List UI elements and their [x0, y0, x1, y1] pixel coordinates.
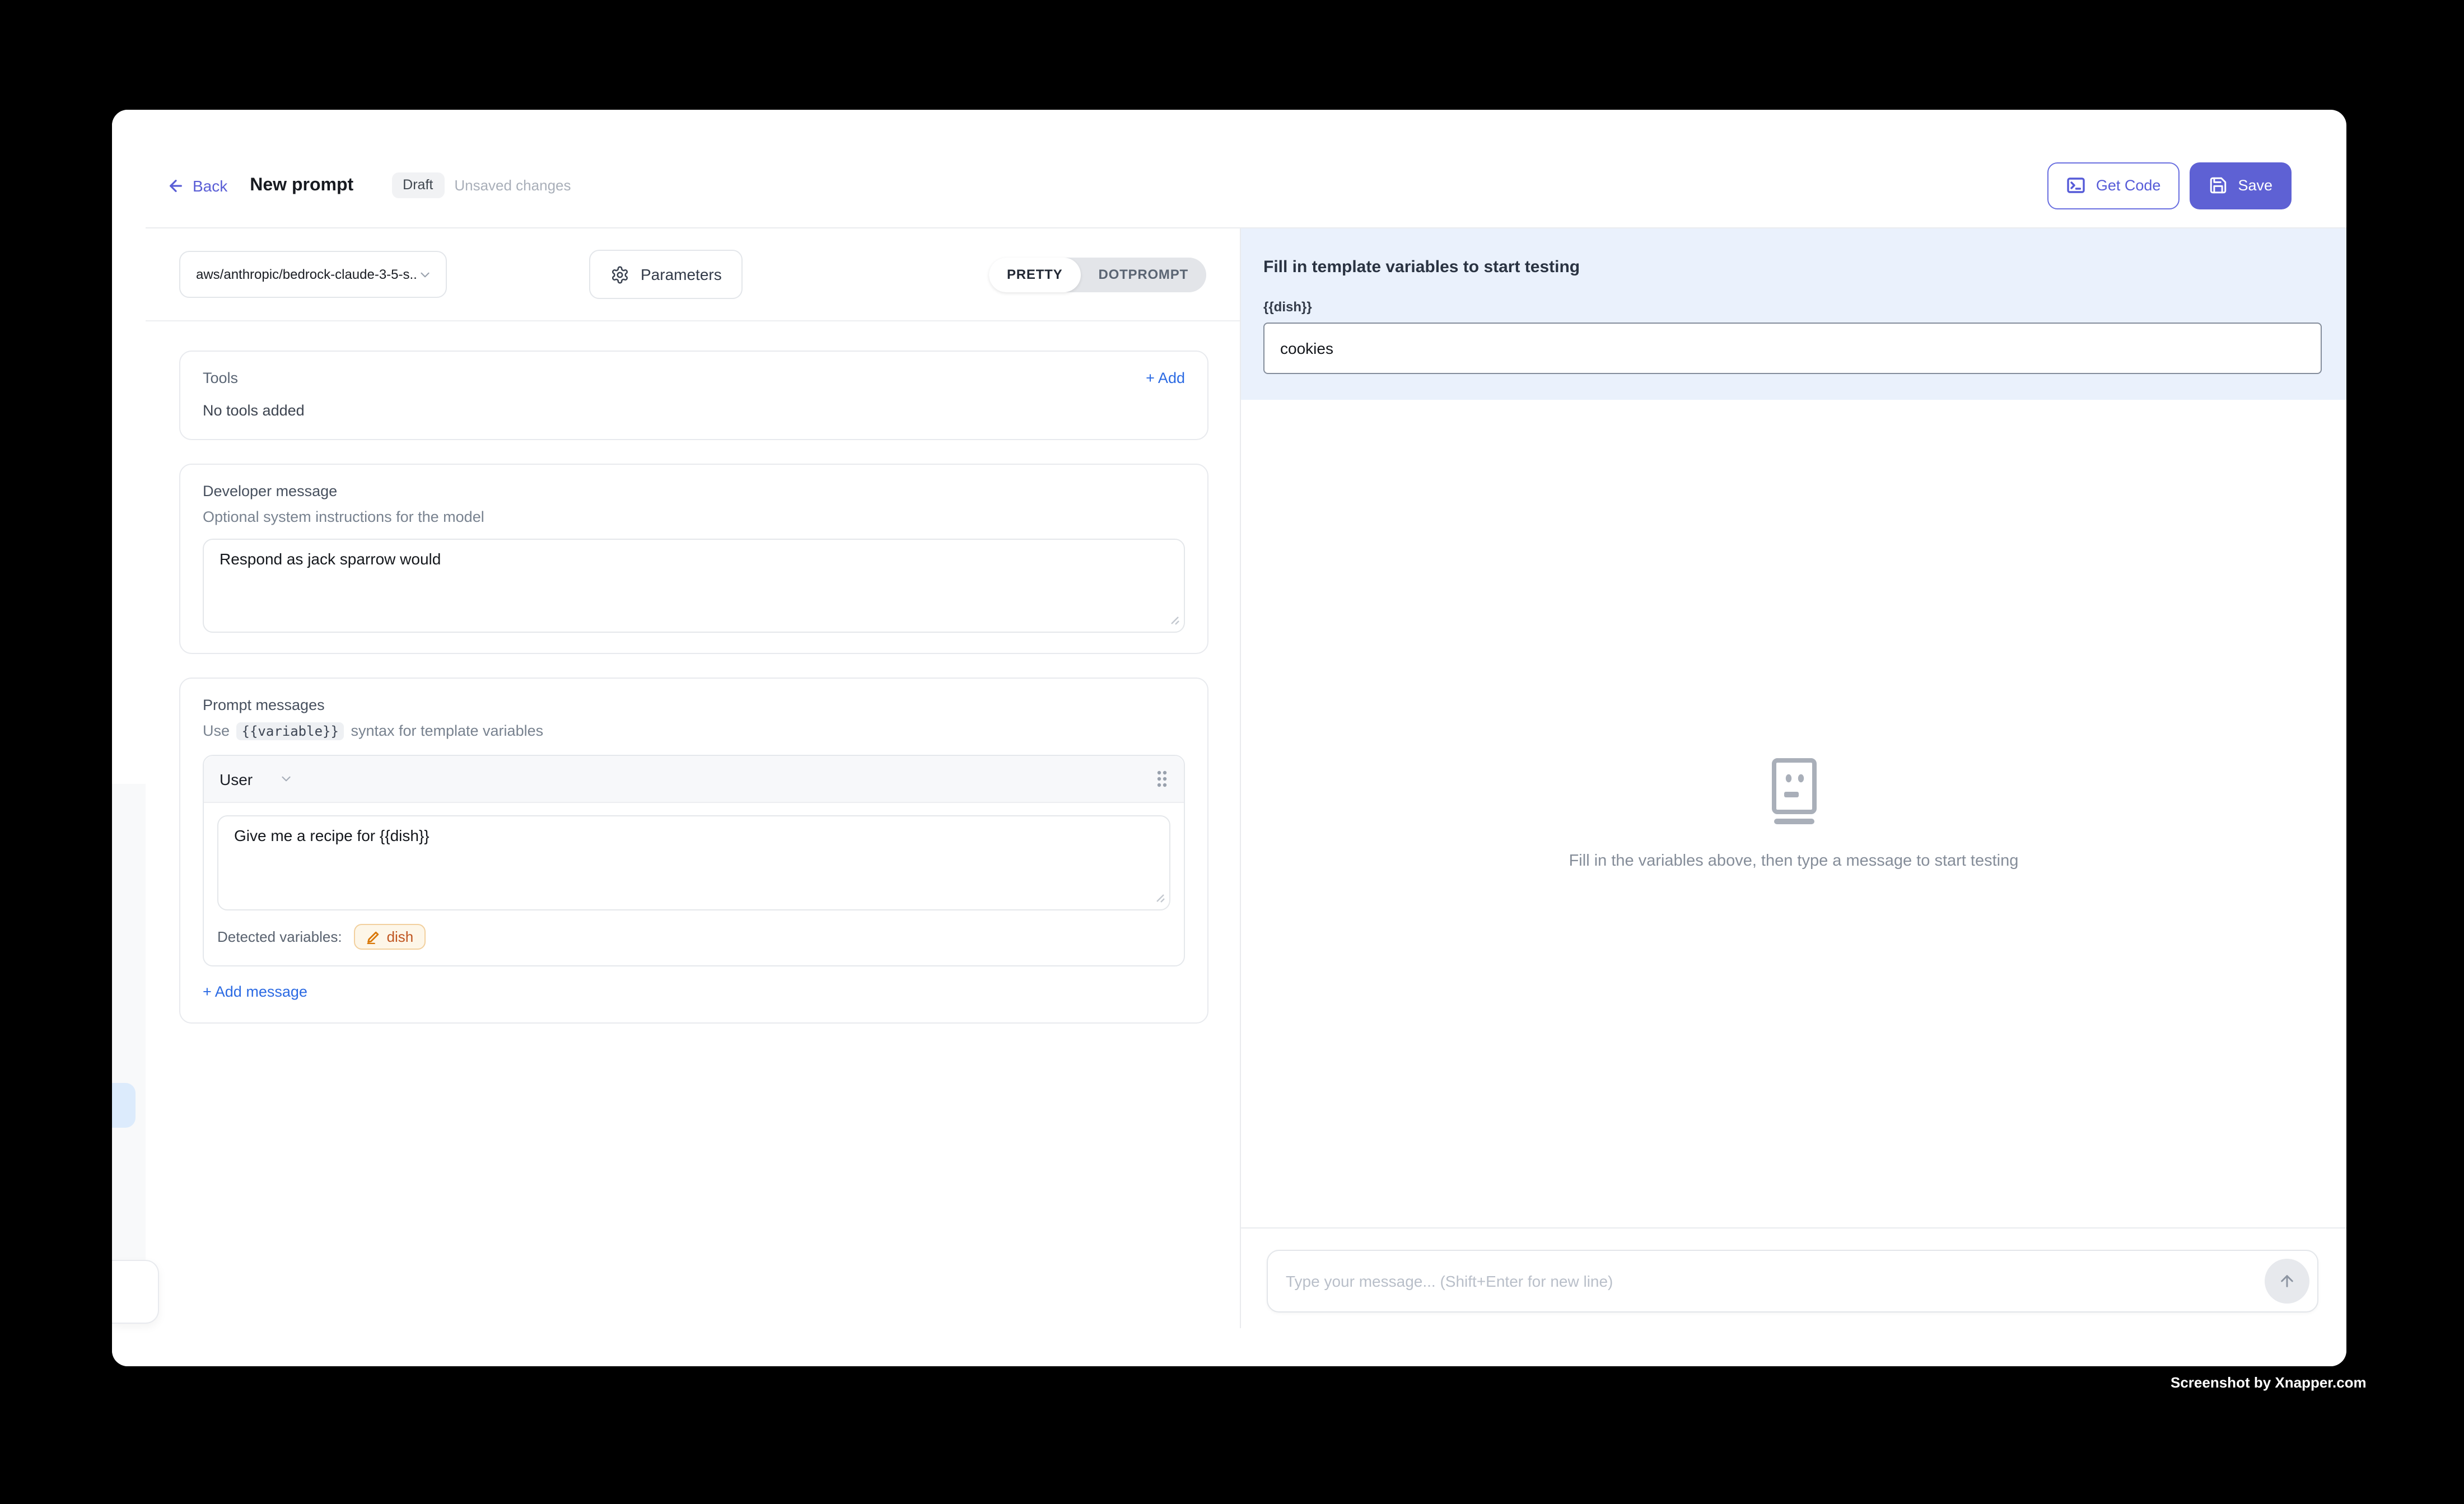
resize-handle-icon[interactable]	[1168, 614, 1179, 625]
developer-message-card: Developer message Optional system instru…	[179, 464, 1208, 654]
chat-input-container	[1267, 1250, 2318, 1313]
tools-card: Tools + Add No tools added	[179, 351, 1208, 440]
send-button[interactable]	[2265, 1259, 2309, 1304]
tools-empty-text: No tools added	[203, 402, 1185, 419]
message-textarea[interactable]: Give me a recipe for {{dish}}	[217, 815, 1170, 910]
test-panel-title: Fill in template variables to start test…	[1263, 258, 2322, 277]
code-terminal-icon	[2067, 176, 2086, 195]
developer-message-textarea[interactable]: Respond as jack sparrow would	[203, 539, 1185, 633]
back-label: Back	[193, 176, 227, 194]
app-window: Back New prompt Draft Unsaved changes Ge…	[112, 110, 2346, 1366]
variable-syntax-chip: {{variable}}	[236, 722, 344, 740]
prompt-messages-title: Prompt messages	[203, 697, 1185, 713]
window-footer-spacer	[146, 1328, 2346, 1366]
toggle-option-dotprompt[interactable]: DOTPROMPT	[1080, 257, 1206, 292]
detected-variables-label: Detected variables:	[217, 928, 342, 945]
status-badge: Draft	[391, 172, 444, 198]
screenshot-stage: Back New prompt Draft Unsaved changes Ge…	[0, 0, 2464, 1504]
drag-handle-icon[interactable]	[1156, 769, 1168, 788]
main-column: Back New prompt Draft Unsaved changes Ge…	[146, 110, 2346, 1366]
chat-input-bar	[1241, 1227, 2346, 1328]
robot-face-icon	[1769, 758, 1818, 825]
parameters-label: Parameters	[641, 265, 722, 283]
empty-state: Fill in the variables above, then type a…	[1241, 400, 2346, 1227]
add-message-button[interactable]: + Add message	[203, 983, 1185, 1002]
sidebar-active-item[interactable]	[112, 1083, 136, 1128]
back-button[interactable]: Back	[167, 176, 227, 194]
variable-name-label: {{dish}}	[1263, 299, 2322, 315]
message-header: User	[204, 756, 1184, 803]
save-floppy-icon	[2209, 176, 2228, 195]
template-variables-header: Fill in template variables to start test…	[1241, 228, 2346, 400]
editor-toolbar: aws/anthropic/bedrock-claude-3-5-s... Pa…	[146, 228, 1240, 321]
sidebar-bottom-card	[112, 1260, 159, 1324]
unsaved-changes-note: Unsaved changes	[454, 177, 571, 194]
page-title: New prompt	[250, 175, 353, 195]
parameters-button[interactable]: Parameters	[589, 250, 743, 299]
get-code-label: Get Code	[2096, 177, 2161, 194]
prompt-messages-card: Prompt messages Use {{variable}} syntax …	[179, 678, 1208, 1024]
subtitle-suffix: syntax for template variables	[347, 722, 543, 739]
gear-icon	[610, 265, 629, 284]
variable-value-input[interactable]	[1263, 323, 2322, 374]
header: Back New prompt Draft Unsaved changes Ge…	[146, 110, 2346, 228]
variable-badge-dish[interactable]: dish	[354, 924, 426, 950]
empty-state-message: Fill in the variables above, then type a…	[1569, 852, 2019, 870]
arrow-up-icon	[2278, 1272, 2296, 1290]
developer-message-title: Developer message	[203, 483, 1185, 499]
format-toggle: PRETTY DOTPROMPT	[989, 257, 1206, 292]
model-selector-value: aws/anthropic/bedrock-claude-3-5-s...	[196, 267, 418, 282]
editor-content: Tools + Add No tools added Developer mes…	[146, 321, 1240, 1328]
variable-badge-label: dish	[387, 928, 414, 945]
chevron-down-icon	[278, 772, 293, 786]
left-sidebar-strip	[112, 110, 146, 1366]
arrow-left-icon	[167, 176, 185, 194]
watermark: Screenshot by Xnapper.com	[2171, 1374, 2367, 1391]
chevron-down-icon	[418, 267, 432, 282]
role-value: User	[220, 770, 253, 788]
save-button[interactable]: Save	[2190, 162, 2292, 209]
body-row: aws/anthropic/bedrock-claude-3-5-s... Pa…	[146, 228, 2346, 1328]
prompt-messages-subtitle: Use {{variable}} syntax for template var…	[203, 722, 1185, 739]
save-label: Save	[2238, 177, 2272, 194]
message-block: User	[203, 755, 1185, 966]
subtitle-prefix: Use	[203, 722, 234, 739]
get-code-button[interactable]: Get Code	[2048, 162, 2180, 209]
toggle-option-pretty[interactable]: PRETTY	[989, 257, 1081, 292]
chat-message-input[interactable]	[1268, 1272, 2317, 1290]
resize-handle-icon[interactable]	[1154, 891, 1165, 903]
role-selector[interactable]: User	[220, 770, 293, 788]
developer-message-subtitle: Optional system instructions for the mod…	[203, 508, 1185, 525]
test-panel: Fill in template variables to start test…	[1241, 228, 2346, 1328]
prompt-editor-panel: aws/anthropic/bedrock-claude-3-5-s... Pa…	[146, 228, 1241, 1328]
detected-variables-row: Detected variables: dish	[204, 910, 1184, 965]
pencil-icon	[367, 930, 380, 943]
model-selector[interactable]: aws/anthropic/bedrock-claude-3-5-s...	[179, 251, 447, 298]
add-tool-button[interactable]: + Add	[1146, 370, 1185, 386]
sidebar-tint-area	[112, 784, 146, 1260]
tools-card-title: Tools	[203, 370, 238, 386]
